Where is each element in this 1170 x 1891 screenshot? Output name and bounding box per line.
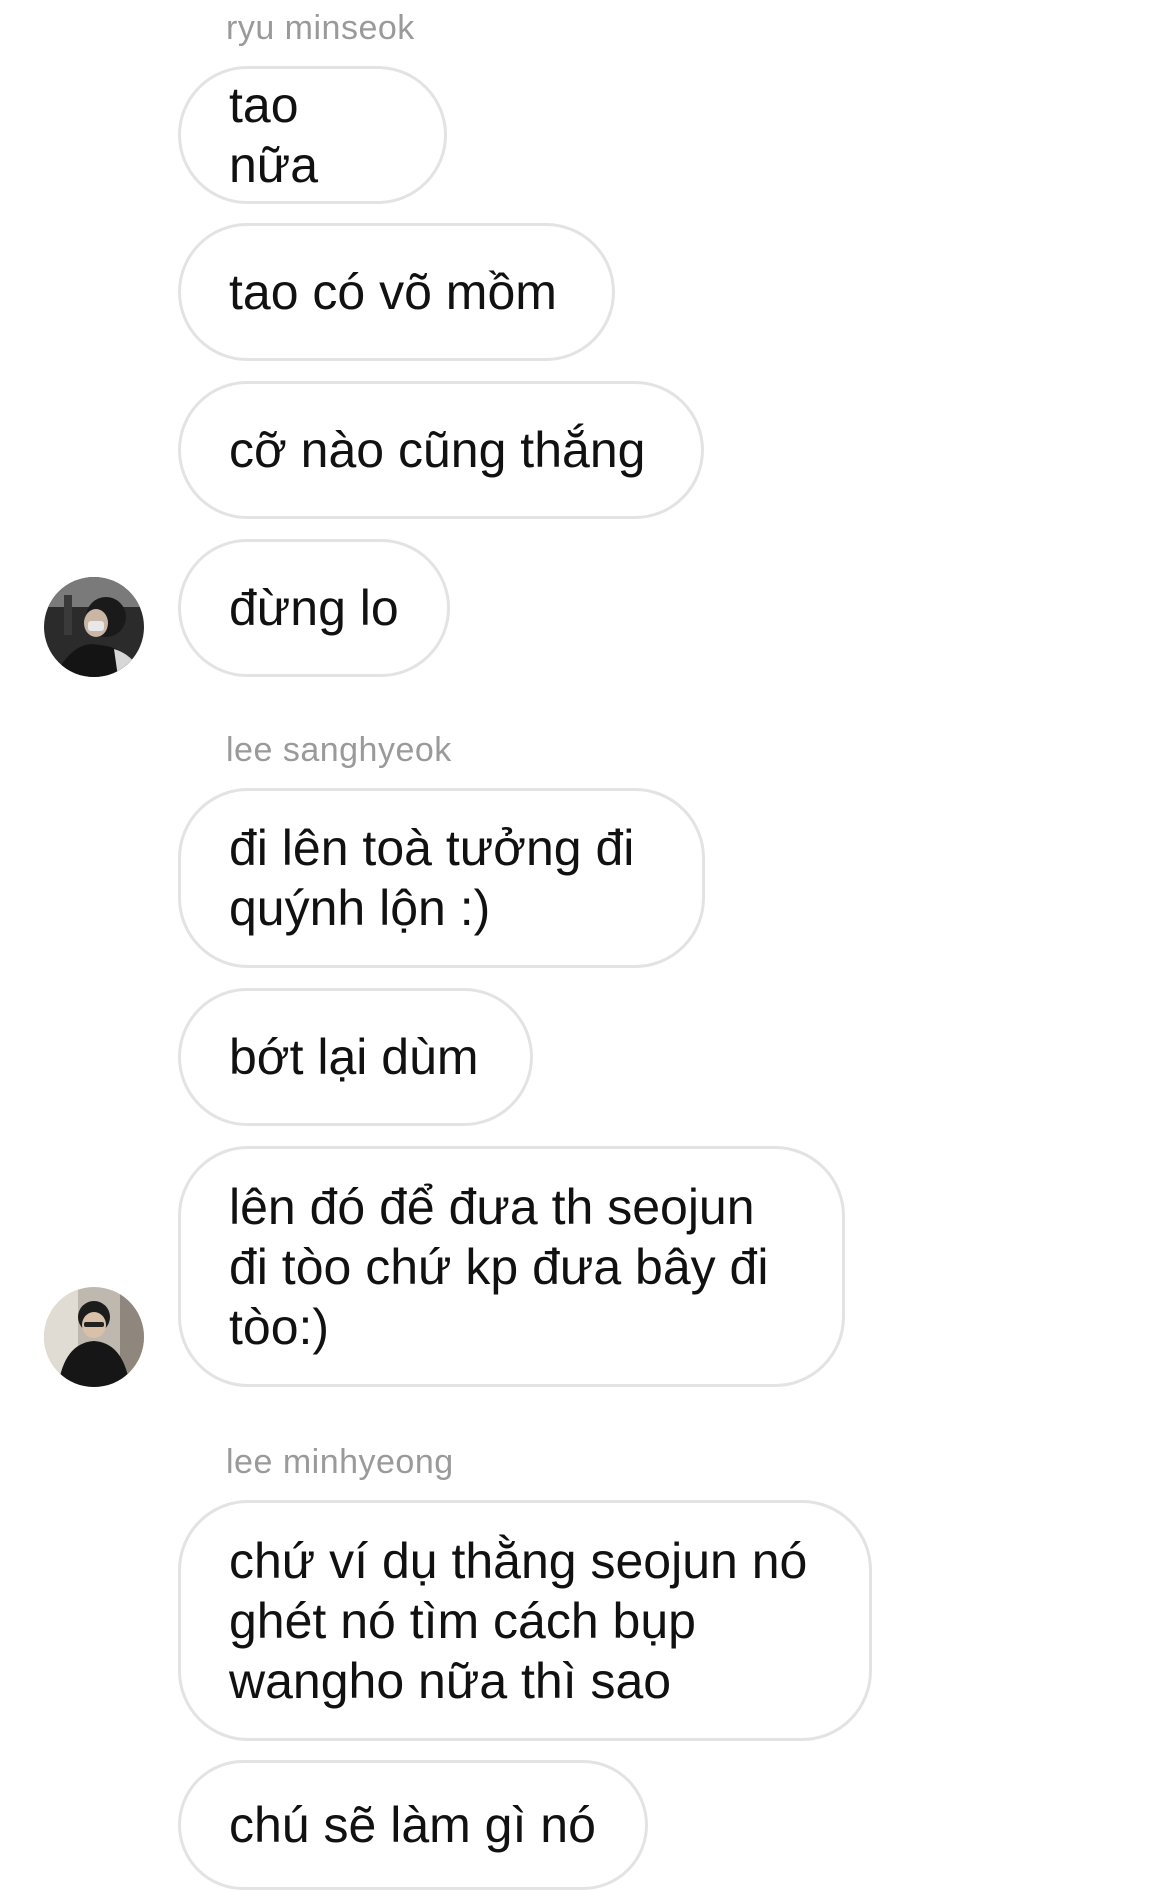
message-bubble[interactable]: cỡ nào cũng thắng (178, 381, 704, 519)
message-bubble[interactable]: chứ ví dụ thằng seojun nó ghét nó tìm cá… (178, 1500, 872, 1741)
profile-photo-icon (44, 1287, 144, 1387)
avatar[interactable] (44, 577, 144, 677)
message-text: đừng lo (229, 580, 399, 636)
message-text: chú sẽ làm gì nó (229, 1797, 596, 1853)
sender-name: lee sanghyeok (226, 731, 452, 769)
sender-name: ryu minseok (226, 9, 415, 47)
message-text: lên đó để đưa th seojun đi tòo chứ kp đư… (229, 1178, 769, 1355)
message-text: cỡ nào cũng thắng (229, 422, 646, 478)
message-bubble[interactable]: tao nữa (178, 66, 447, 204)
message-bubble[interactable]: tao có võ mồm (178, 223, 615, 361)
profile-photo-icon (44, 577, 144, 677)
avatar[interactable] (44, 1287, 144, 1387)
message-bubble[interactable]: đi lên toà tưởng đi quýnh lộn :) (178, 788, 705, 968)
message-text: chứ ví dụ thằng seojun nó ghét nó tìm cá… (229, 1532, 808, 1709)
message-text: đi lên toà tưởng đi quýnh lộn :) (229, 820, 635, 936)
message-bubble[interactable]: đừng lo (178, 539, 450, 677)
message-text: tao nữa (229, 77, 319, 193)
message-bubble[interactable]: lên đó để đưa th seojun đi tòo chứ kp đư… (178, 1146, 845, 1387)
message-text: bớt lại dùm (229, 1029, 479, 1085)
message-text: tao có võ mồm (229, 264, 557, 320)
message-bubble[interactable]: chú sẽ làm gì nó (178, 1760, 648, 1890)
message-bubble[interactable]: bớt lại dùm (178, 988, 533, 1126)
sender-name: lee minhyeong (226, 1443, 454, 1481)
